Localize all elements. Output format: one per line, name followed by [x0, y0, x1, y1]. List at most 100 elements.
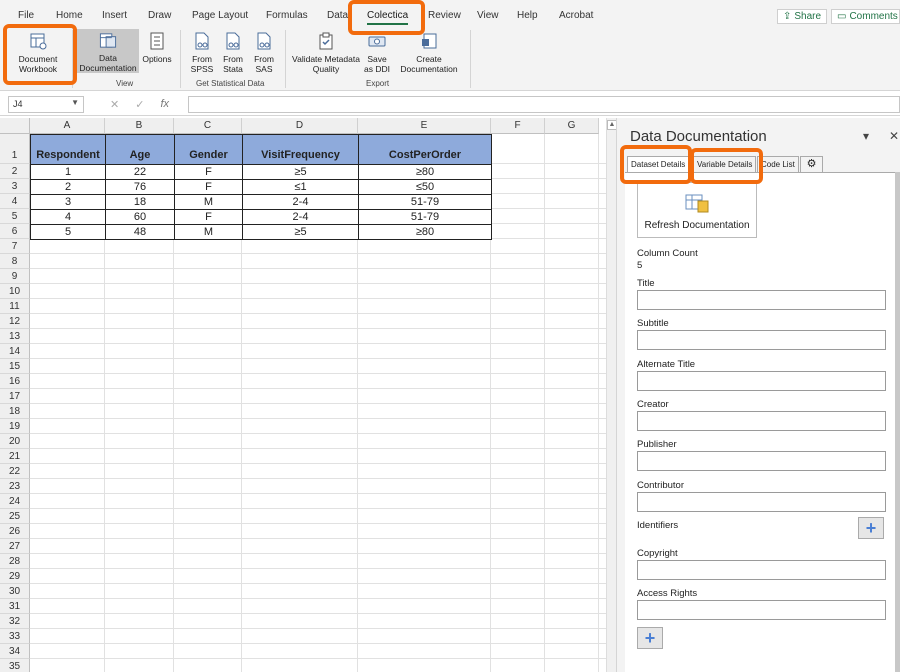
contributor-field[interactable] — [637, 492, 886, 512]
column-header-g[interactable]: G — [545, 118, 599, 134]
table-cell[interactable]: 48 — [105, 224, 175, 240]
comments-button[interactable]: ▭ Comments — [831, 9, 900, 24]
column-header-b[interactable]: B — [105, 118, 174, 134]
table-header-cell[interactable]: VisitFrequency — [242, 134, 359, 165]
table-cell[interactable]: 76 — [105, 179, 175, 195]
column-header-f[interactable]: F — [491, 118, 545, 134]
pane-options-chevron-icon[interactable]: ▾ — [863, 129, 869, 143]
share-button[interactable]: ⇪ Share — [777, 9, 828, 24]
tab-help[interactable]: Help — [517, 10, 538, 21]
row-header-5[interactable]: 5 — [0, 209, 30, 224]
row-header-6[interactable]: 6 — [0, 224, 30, 239]
access-rights-field[interactable] — [637, 600, 886, 620]
row-header-23[interactable]: 23 — [0, 479, 30, 494]
row-header-30[interactable]: 30 — [0, 584, 30, 599]
row-header-35[interactable]: 35 — [0, 659, 30, 672]
row-header-14[interactable]: 14 — [0, 344, 30, 359]
row-header-10[interactable]: 10 — [0, 284, 30, 299]
row-header-1[interactable]: 1 — [0, 134, 30, 164]
tab-formulas[interactable]: Formulas — [266, 10, 308, 21]
row-header-20[interactable]: 20 — [0, 434, 30, 449]
table-cell[interactable]: 4 — [30, 209, 106, 225]
table-cell[interactable]: 5 — [30, 224, 106, 240]
table-cell[interactable]: 3 — [30, 194, 106, 210]
creator-field[interactable] — [637, 411, 886, 431]
row-header-3[interactable]: 3 — [0, 179, 30, 194]
table-cell[interactable]: ≥80 — [358, 224, 492, 240]
from-stata-button[interactable]: From Stata — [219, 31, 247, 74]
table-header-cell[interactable]: Gender — [174, 134, 243, 165]
settings-gear-icon[interactable]: ⚙ — [800, 156, 823, 173]
table-cell[interactable]: 51-79 — [358, 209, 492, 225]
publisher-field[interactable] — [637, 451, 886, 471]
table-cell[interactable]: 22 — [105, 164, 175, 180]
row-header-33[interactable]: 33 — [0, 629, 30, 644]
table-cell[interactable]: ≤50 — [358, 179, 492, 195]
grid-vertical-scrollbar[interactable]: ▲ — [606, 118, 617, 672]
table-cell[interactable]: 51-79 — [358, 194, 492, 210]
table-header-cell[interactable]: Age — [105, 134, 175, 165]
row-header-8[interactable]: 8 — [0, 254, 30, 269]
table-cell[interactable]: 1 — [30, 164, 106, 180]
table-cell[interactable]: 18 — [105, 194, 175, 210]
column-header-e[interactable]: E — [358, 118, 491, 134]
title-field[interactable] — [637, 290, 886, 310]
tab-file[interactable]: File — [18, 10, 34, 21]
validate-metadata-button[interactable]: Validate Metadata Quality — [291, 31, 361, 74]
table-header-cell[interactable]: Respondent — [30, 134, 106, 165]
pane-scrollbar[interactable] — [895, 172, 900, 672]
row-header-7[interactable]: 7 — [0, 239, 30, 254]
row-header-17[interactable]: 17 — [0, 389, 30, 404]
close-icon[interactable]: ✕ — [889, 129, 899, 143]
table-cell[interactable]: 2-4 — [242, 194, 359, 210]
row-header-2[interactable]: 2 — [0, 164, 30, 179]
create-documentation-button[interactable]: Create Documentation — [393, 31, 465, 74]
tab-code-list[interactable]: Code List — [757, 156, 799, 173]
row-header-11[interactable]: 11 — [0, 299, 30, 314]
table-cell[interactable]: F — [174, 179, 243, 195]
table-cell[interactable]: 60 — [105, 209, 175, 225]
select-all-corner[interactable] — [0, 118, 30, 134]
row-header-32[interactable]: 32 — [0, 614, 30, 629]
cancel-icon[interactable]: ✕ — [110, 98, 119, 111]
row-header-29[interactable]: 29 — [0, 569, 30, 584]
table-cell[interactable]: ≥80 — [358, 164, 492, 180]
row-header-34[interactable]: 34 — [0, 644, 30, 659]
copyright-field[interactable] — [637, 560, 886, 580]
row-header-25[interactable]: 25 — [0, 509, 30, 524]
row-header-18[interactable]: 18 — [0, 404, 30, 419]
row-header-27[interactable]: 27 — [0, 539, 30, 554]
row-header-28[interactable]: 28 — [0, 554, 30, 569]
table-cell[interactable]: M — [174, 194, 243, 210]
table-header-cell[interactable]: CostPerOrder — [358, 134, 492, 165]
tab-data[interactable]: Data — [327, 10, 348, 21]
function-icon[interactable]: fx — [160, 98, 169, 111]
alternate-title-field[interactable] — [637, 371, 886, 391]
table-cell[interactable]: ≤1 — [242, 179, 359, 195]
table-cell[interactable]: 2-4 — [242, 209, 359, 225]
table-cell[interactable]: F — [174, 164, 243, 180]
table-cell[interactable]: ≥5 — [242, 224, 359, 240]
tab-home[interactable]: Home — [56, 10, 83, 21]
column-header-c[interactable]: C — [174, 118, 242, 134]
check-icon[interactable]: ✓ — [135, 98, 144, 111]
row-header-24[interactable]: 24 — [0, 494, 30, 509]
subtitle-field[interactable] — [637, 330, 886, 350]
row-header-31[interactable]: 31 — [0, 599, 30, 614]
options-button[interactable]: Options — [141, 31, 173, 64]
refresh-documentation-button[interactable]: Refresh Documentation — [637, 182, 757, 238]
spreadsheet-grid[interactable]: A B C D E F G 1 2 3 4 5 6 7 8 9 10 11 12 13 14 15 16 17 18 19 20 21… — [0, 118, 606, 672]
table-cell[interactable]: F — [174, 209, 243, 225]
row-header-13[interactable]: 13 — [0, 329, 30, 344]
table-cell[interactable]: 2 — [30, 179, 106, 195]
name-box[interactable]: J4 ▼ — [8, 96, 84, 113]
row-header-19[interactable]: 19 — [0, 419, 30, 434]
row-header-16[interactable]: 16 — [0, 374, 30, 389]
table-cell[interactable]: ≥5 — [242, 164, 359, 180]
row-header-4[interactable]: 4 — [0, 194, 30, 209]
save-ddi-button[interactable]: Save as DDI — [362, 31, 392, 74]
from-spss-button[interactable]: From SPSS — [188, 31, 216, 74]
formula-input[interactable] — [188, 96, 900, 113]
tab-acrobat[interactable]: Acrobat — [559, 10, 593, 21]
tab-page-layout[interactable]: Page Layout — [192, 10, 248, 21]
